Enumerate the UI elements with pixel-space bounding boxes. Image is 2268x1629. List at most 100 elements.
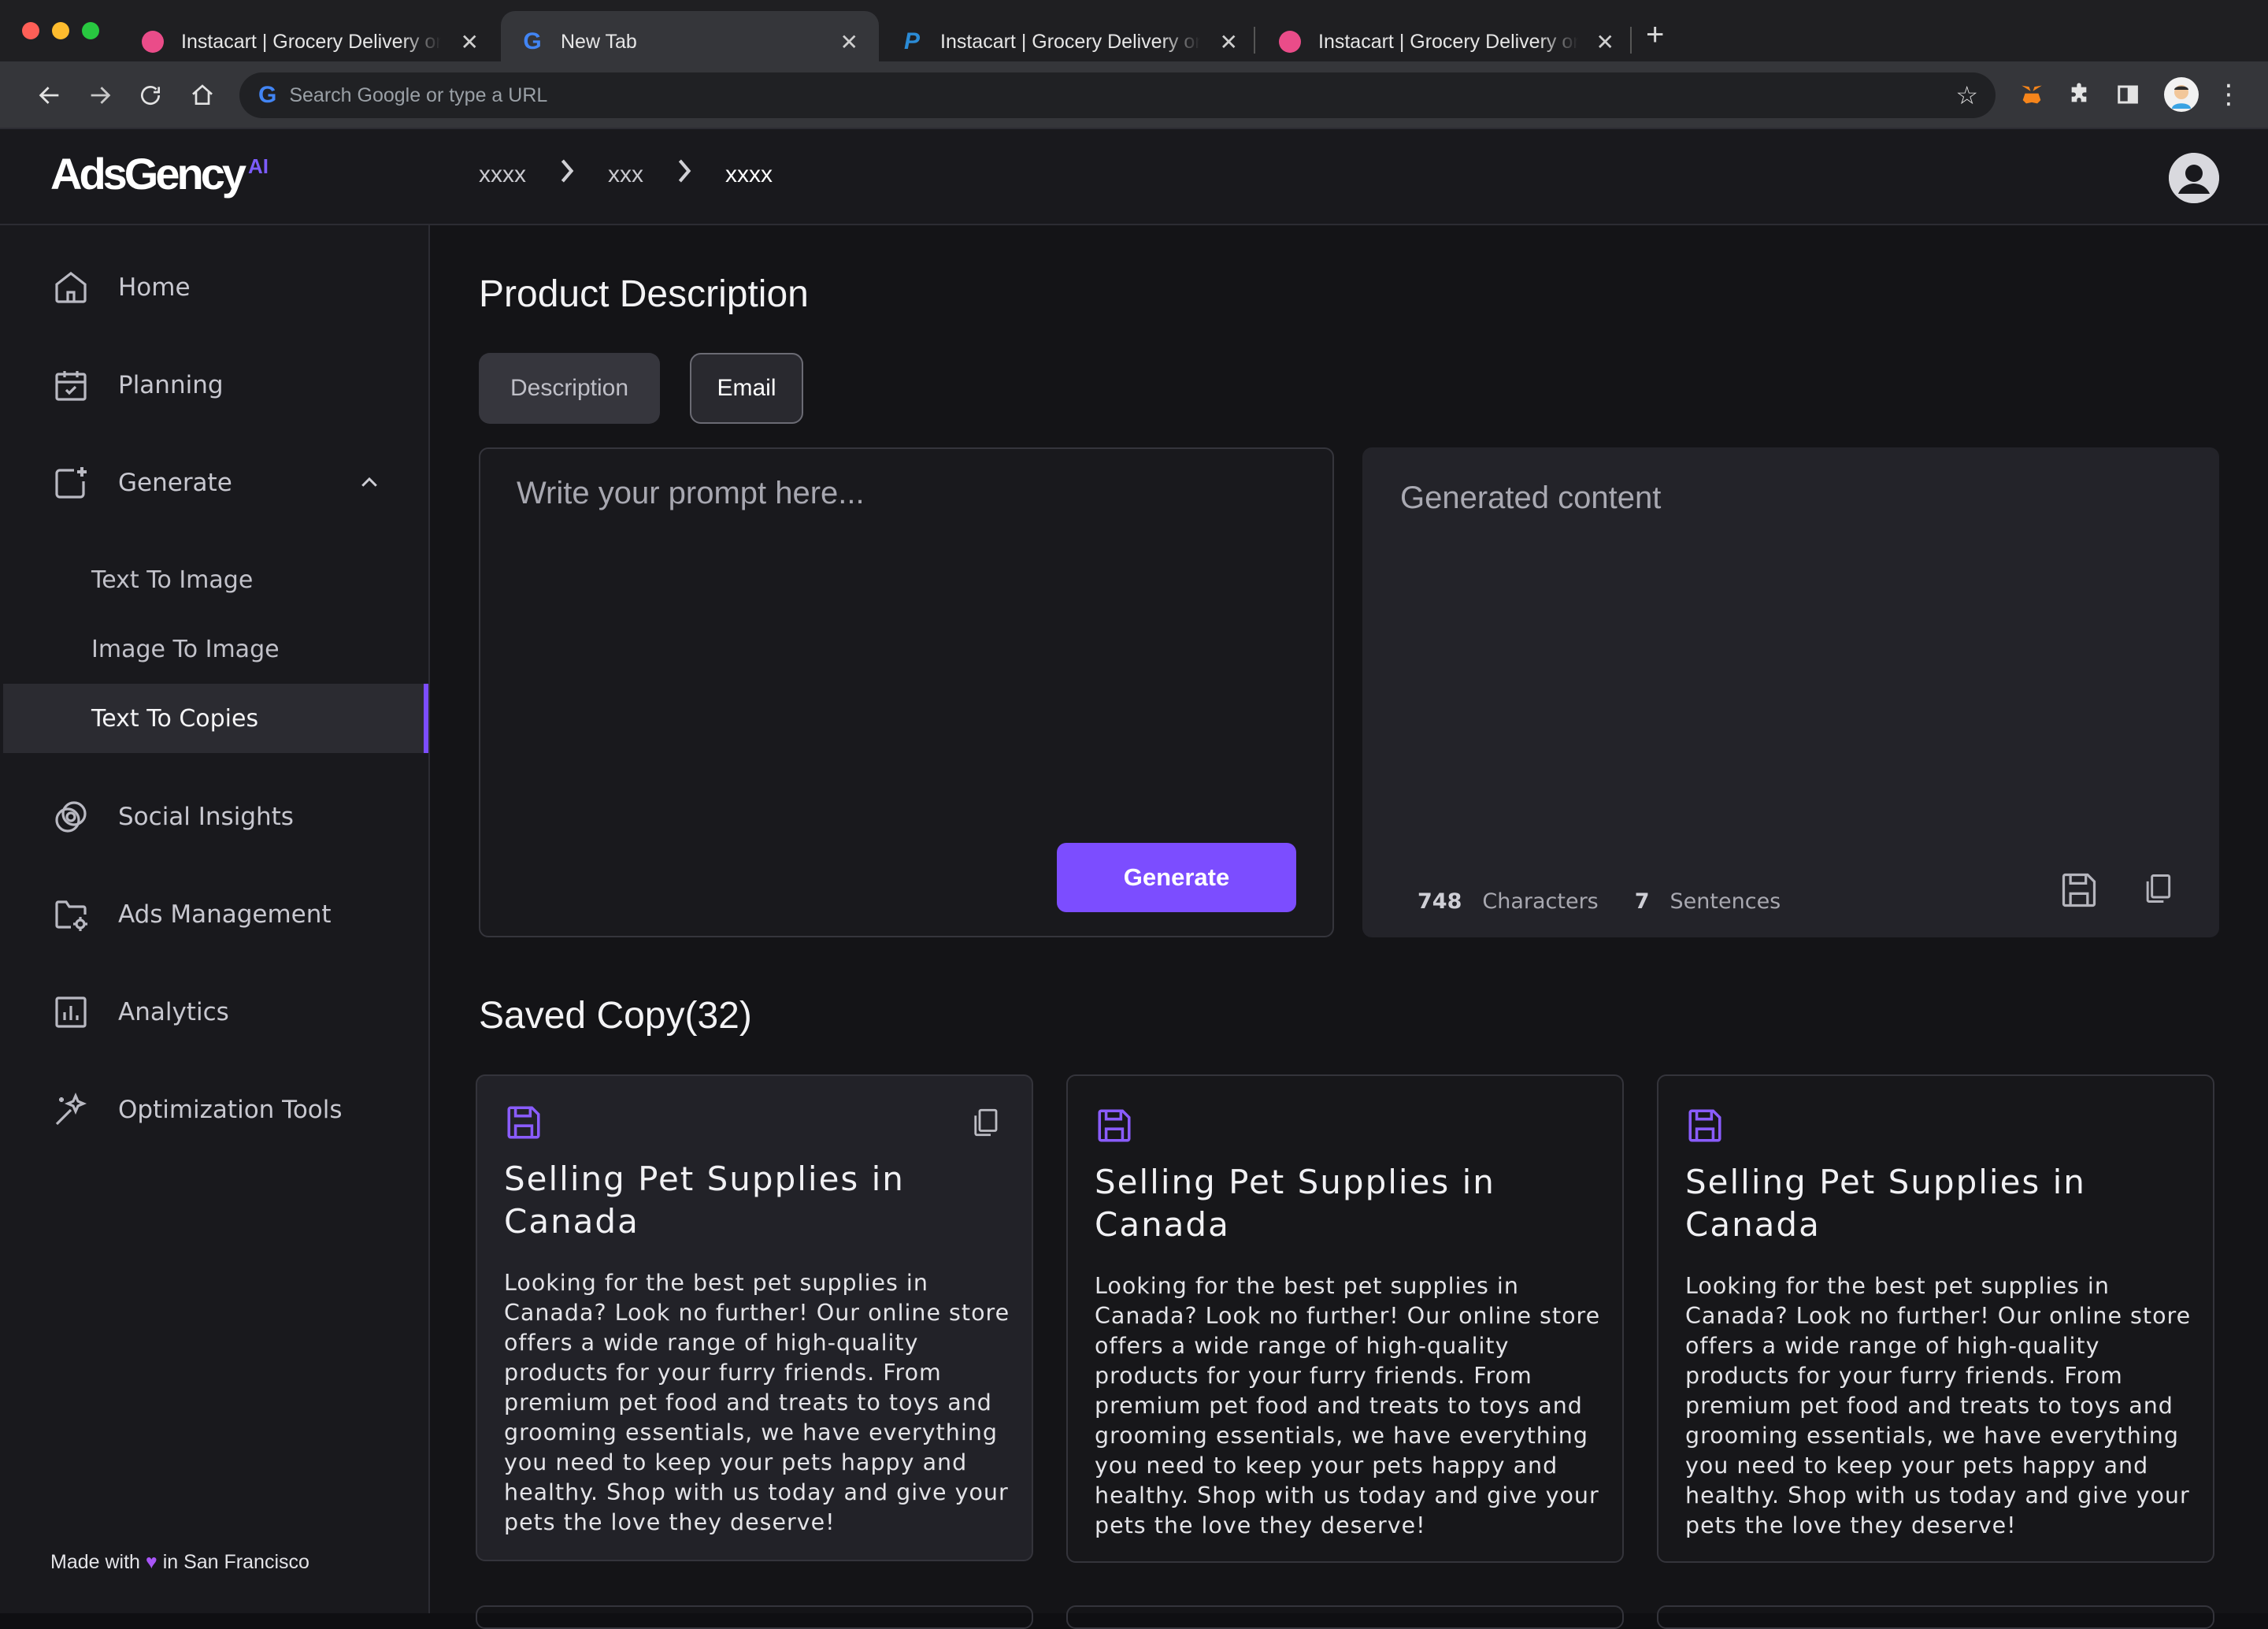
main-content: Product Description Description Email Ge… [430, 225, 2268, 1629]
sidebar-item-label: Analytics [118, 998, 229, 1026]
browser-menu-icon[interactable]: ⋮ [2210, 76, 2248, 113]
paypal-icon: P [903, 28, 920, 54]
chevron-up-icon[interactable] [358, 471, 381, 501]
back-icon[interactable] [30, 76, 69, 115]
card-body: Looking for the best pet supplies in Can… [504, 1270, 1010, 1535]
save-icon[interactable] [2059, 870, 2099, 914]
profile-avatar-icon[interactable] [2164, 77, 2199, 112]
home-browser-icon[interactable] [183, 76, 222, 115]
sidebar-item-label: Generate [118, 469, 232, 497]
sidebar-item-social-insights[interactable]: Social Insights [0, 781, 428, 852]
prompt-panel: Generate [479, 447, 1334, 937]
maximize-window-button[interactable] [82, 22, 99, 39]
analytics-icon [52, 993, 90, 1031]
close-tab-icon[interactable]: ✕ [461, 29, 479, 55]
tab-separator [1254, 27, 1255, 54]
saved-copy-card-partial[interactable] [1657, 1605, 2214, 1629]
saved-copy-card-partial[interactable] [1066, 1605, 1624, 1629]
sidebar-item-label: Social Insights [118, 803, 294, 831]
side-panel-icon[interactable] [2109, 76, 2147, 113]
sidebar-item-optimization-tools[interactable]: Optimization Tools [0, 1074, 428, 1145]
address-bar[interactable]: G ☆ [239, 72, 1996, 118]
card-title: Selling Pet Supplies in Canada [1095, 1163, 1495, 1244]
breadcrumb: xxxx xxx xxxx [479, 159, 773, 190]
minimize-window-button[interactable] [52, 22, 69, 39]
generated-actions [2059, 870, 2175, 914]
characters-count: 748 [1418, 889, 1462, 914]
close-tab-icon[interactable]: ✕ [1596, 29, 1614, 55]
close-tab-icon[interactable]: ✕ [840, 29, 858, 55]
dribbble-icon [142, 31, 164, 53]
heart-icon: ♥ [145, 1551, 158, 1573]
breadcrumb-item[interactable]: xxx [608, 161, 643, 188]
prompt-input[interactable] [517, 476, 1296, 791]
generated-content-placeholder: Generated content [1400, 481, 1662, 515]
sidebar-item-analytics[interactable]: Analytics [0, 977, 428, 1048]
chevron-right-icon [559, 159, 575, 190]
tab-description[interactable]: Description [479, 353, 660, 424]
saved-copy-card[interactable]: Selling Pet Supplies in Canada Looking f… [1657, 1074, 2214, 1563]
sidebar-subitem-label: Image To Image [91, 635, 280, 663]
footer-prefix: Made with [50, 1551, 140, 1573]
sidebar-item-home[interactable]: Home [0, 252, 428, 323]
chevron-right-icon [676, 159, 692, 190]
page-title: Product Description [479, 273, 809, 315]
extensions-puzzle-icon[interactable] [2060, 76, 2098, 113]
browser-toolbar: G ☆ ⋮ [0, 61, 2268, 128]
close-window-button[interactable] [22, 22, 39, 39]
reload-icon[interactable] [131, 76, 170, 115]
generated-content-panel: Generated content 748 Characters 7 Sente… [1362, 447, 2219, 937]
copy-icon[interactable] [2140, 870, 2175, 914]
user-avatar[interactable] [2169, 153, 2219, 203]
bookmark-star-icon[interactable]: ☆ [1955, 80, 1978, 110]
folder-gear-icon [52, 896, 90, 933]
generate-button[interactable]: Generate [1057, 843, 1296, 912]
sidebar: Home Planning Generate Text To Image Ima… [0, 225, 430, 1613]
generate-icon [52, 464, 90, 502]
forward-icon[interactable] [80, 76, 120, 115]
close-tab-icon[interactable]: ✕ [1220, 29, 1238, 55]
sidebar-subitem-label: Text To Copies [91, 704, 259, 733]
saved-copy-card-partial[interactable] [476, 1605, 1033, 1629]
footer-suffix: in San Francisco [162, 1551, 309, 1573]
calendar-icon [52, 366, 90, 404]
tab-title: Instacart | Grocery Delivery or [1318, 30, 1578, 53]
sidebar-subitem-image-to-image[interactable]: Image To Image [3, 614, 428, 684]
address-input[interactable] [289, 83, 1865, 107]
tab-title: Instacart | Grocery Delivery or [181, 30, 441, 53]
google-icon: G [523, 28, 542, 54]
new-tab-button[interactable]: + [1646, 17, 1664, 53]
characters-label: Characters [1482, 889, 1599, 914]
logo-text: AdsGency [50, 149, 246, 199]
adsgency-logo[interactable]: AdsGency AI [50, 148, 269, 199]
saved-copy-card[interactable]: Selling Pet Supplies in Canada Looking f… [1066, 1074, 1624, 1563]
sidebar-item-label: Planning [118, 371, 224, 399]
home-icon [52, 269, 90, 306]
app-root: AdsGency AI xxxx xxx xxxx Home Planning … [0, 128, 2268, 1629]
breadcrumb-item[interactable]: xxxx [479, 161, 526, 188]
saved-icon[interactable] [504, 1103, 543, 1145]
made-with-footer: Made with ♥ in San Francisco [50, 1551, 309, 1574]
app-header: AdsGency AI xxxx xxx xxxx [0, 128, 2268, 225]
tab-title: New Tab [561, 30, 637, 53]
magic-wand-icon [52, 1091, 90, 1129]
card-title: Selling Pet Supplies in Canada [1685, 1163, 2086, 1244]
sentences-label: Sentences [1670, 889, 1781, 914]
breadcrumb-current: xxxx [725, 161, 773, 187]
google-icon: G [258, 82, 277, 108]
saved-copy-card[interactable]: Selling Pet Supplies in Canada Looking f… [476, 1074, 1033, 1561]
saved-icon[interactable] [1095, 1106, 1134, 1148]
card-title: Selling Pet Supplies in Canada [504, 1160, 905, 1241]
sentences-count: 7 [1634, 889, 1650, 914]
tab-email[interactable]: Email [690, 353, 803, 424]
sidebar-item-generate[interactable]: Generate [0, 447, 428, 518]
sidebar-subitem-text-to-image[interactable]: Text To Image [3, 545, 428, 614]
sidebar-item-ads-management[interactable]: Ads Management [0, 879, 428, 950]
tab-title: Instacart | Grocery Delivery or [940, 30, 1200, 53]
copy-icon[interactable] [969, 1104, 1002, 1144]
saved-icon[interactable] [1685, 1106, 1725, 1148]
sidebar-subitem-text-to-copies[interactable]: Text To Copies [3, 684, 428, 753]
dribbble-icon [1279, 31, 1301, 53]
metamask-extension-icon[interactable] [2013, 76, 2051, 113]
sidebar-item-planning[interactable]: Planning [0, 350, 428, 421]
